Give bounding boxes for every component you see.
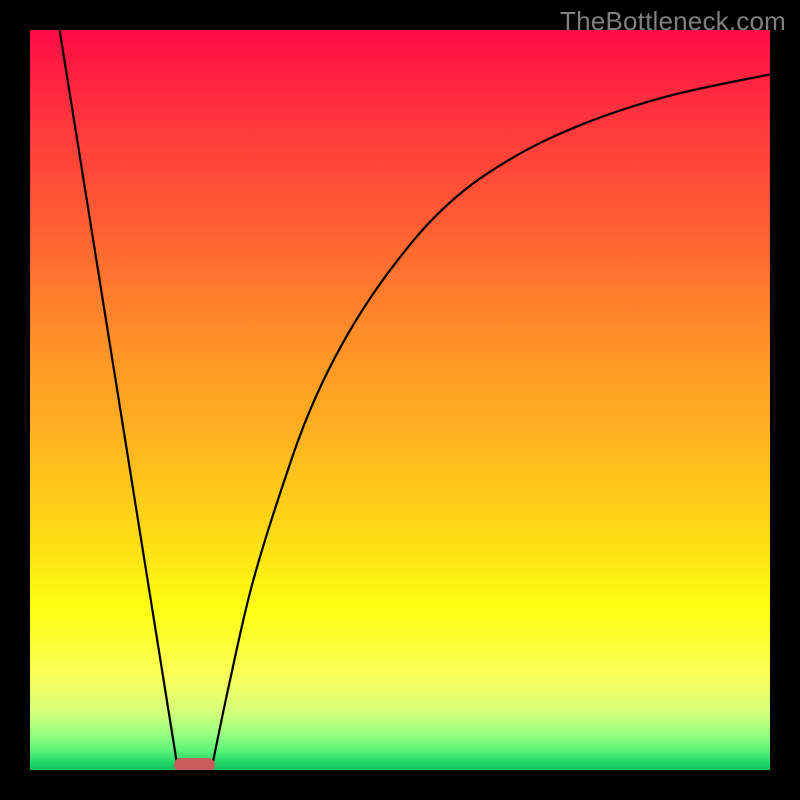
bottleneck-curve (30, 30, 770, 770)
chart-frame: TheBottleneck.com (0, 0, 800, 800)
watermark-text: TheBottleneck.com (560, 6, 786, 37)
plot-area (30, 30, 770, 770)
optimal-marker (174, 758, 215, 770)
